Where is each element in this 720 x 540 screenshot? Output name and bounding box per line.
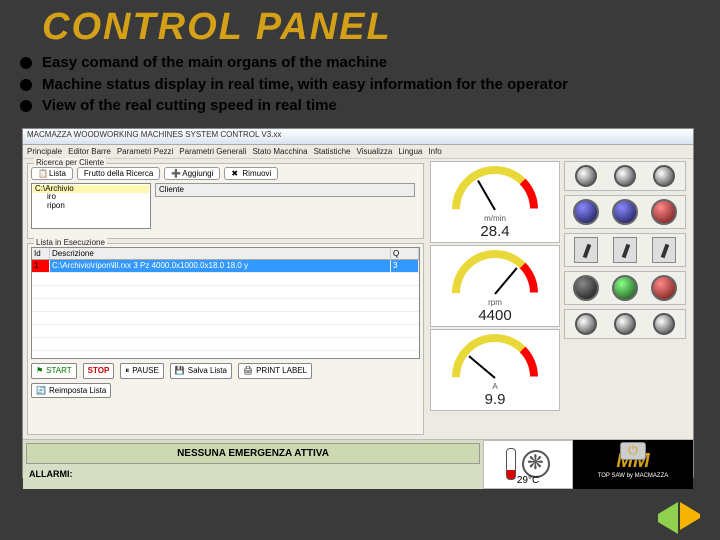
bullet-text: View of the real cutting speed in real t… <box>42 96 337 116</box>
col-id: Id <box>32 248 50 259</box>
bullet-icon <box>20 57 32 69</box>
knob-row-2 <box>564 271 686 305</box>
rotary-switch[interactable] <box>613 237 637 263</box>
tree-item[interactable]: ripon <box>33 202 149 211</box>
brand-box: ⏻ MM TOP SAW by MACMAZZA <box>573 440 693 489</box>
menu-item[interactable]: Visualizza <box>356 147 392 156</box>
next-slide-arrow[interactable] <box>680 502 704 530</box>
menu-item[interactable]: Stato Macchina <box>252 147 307 156</box>
filter-button[interactable]: Frutto della Ricerca <box>77 167 160 180</box>
pause-button[interactable]: ⏸PAUSE <box>120 363 164 379</box>
power-button[interactable]: ⏻ <box>620 442 646 460</box>
bullet-list: Easy comand of the main organs of the ma… <box>0 49 720 124</box>
start-button[interactable]: ⚑START <box>31 363 77 379</box>
black-knob[interactable] <box>573 275 599 301</box>
rpm-unit: rpm <box>488 298 502 307</box>
save-list-button[interactable]: 💾Salva Lista <box>170 363 232 379</box>
rotary-switch[interactable] <box>652 237 676 263</box>
stop-button[interactable]: STOP <box>83 363 115 379</box>
menu-item[interactable]: Editor Barre <box>68 147 111 156</box>
indicator-light <box>614 165 636 187</box>
amp-unit: A <box>492 382 497 391</box>
cell-qty: 3 <box>391 260 419 272</box>
flag-icon: ⚑ <box>36 366 43 375</box>
emergency-banner: NESSUNA EMERGENZA ATTIVA <box>26 443 480 464</box>
green-knob[interactable] <box>612 275 638 301</box>
plus-icon: ➕ <box>171 169 179 177</box>
switch-row <box>564 233 686 267</box>
emergency-panel: NESSUNA EMERGENZA ATTIVA ALLARMI: <box>23 440 483 489</box>
execution-list-frame: Lista in Esecuzione Id Descrizione Q 1 C… <box>27 243 424 435</box>
menu-item[interactable]: Principale <box>27 147 62 156</box>
red-knob[interactable] <box>651 199 677 225</box>
amp-gauge: A 9.9 <box>430 329 560 411</box>
indicator-light <box>575 313 597 335</box>
list-icon: 📋 <box>38 169 46 177</box>
reset-icon: 🔄 <box>36 386 46 395</box>
bullet-icon <box>20 79 32 91</box>
blue-knob[interactable] <box>573 199 599 225</box>
amp-value: 9.9 <box>485 391 506 408</box>
indicator-light <box>653 313 675 335</box>
window-titlebar: MACMAZZA WOODWORKING MACHINES SYSTEM CON… <box>23 129 693 145</box>
rpm-value: 4400 <box>478 307 511 324</box>
remove-button[interactable]: ✖Rimuovi <box>224 167 278 180</box>
prev-slide-arrow[interactable] <box>650 502 678 534</box>
execution-grid[interactable]: Id Descrizione Q 1 C:\Archivio\ripon\lll… <box>31 247 420 359</box>
rpm-gauge: rpm 4400 <box>430 245 560 327</box>
cell-id: 1 <box>32 260 50 272</box>
slide-nav <box>650 502 704 534</box>
print-label-button[interactable]: 🖨PRINT LABEL <box>238 363 312 379</box>
menu-item[interactable]: Lingua <box>398 147 422 156</box>
cell-desc: C:\Archivio\ripon\lll.rxx 3 Pz 4000.0x10… <box>50 260 391 272</box>
alarms-label: ALLARMI: <box>23 467 483 481</box>
speed-value: 28.4 <box>480 223 509 240</box>
speed-gauge: m/min 28.4 <box>430 161 560 243</box>
indicator-lights-row <box>564 161 686 191</box>
menu-item[interactable]: Parametri Generali <box>179 147 246 156</box>
blue-knob[interactable] <box>612 199 638 225</box>
indicator-light <box>614 313 636 335</box>
list-frame-title: Lista in Esecuzione <box>34 238 107 247</box>
print-icon: 🖨 <box>243 366 253 375</box>
menu-item[interactable]: Statistiche <box>314 147 351 156</box>
bullet-text: Machine status display in real time, wit… <box>42 75 568 95</box>
minus-icon: ✖ <box>231 169 239 177</box>
cliente-header: Cliente <box>155 183 415 197</box>
temperature-value: 29°C <box>484 475 572 486</box>
search-frame-title: Ricerca per Cliente <box>34 158 106 167</box>
col-qty: Q <box>391 248 419 259</box>
col-desc: Descrizione <box>50 248 391 259</box>
lista-button[interactable]: 📋Lista <box>31 167 73 180</box>
menu-item[interactable]: Info <box>428 147 441 156</box>
indicator-light <box>575 165 597 187</box>
table-row[interactable]: 1 C:\Archivio\ripon\lll.rxx 3 Pz 4000.0x… <box>32 260 419 273</box>
hmi-window: MACMAZZA WOODWORKING MACHINES SYSTEM CON… <box>22 128 694 478</box>
reset-list-button[interactable]: 🔄Reimposta Lista <box>31 383 111 398</box>
knob-row-1 <box>564 195 686 229</box>
add-button[interactable]: ➕Aggiungi <box>164 167 220 180</box>
bullet-text: Easy comand of the main organs of the ma… <box>42 53 387 73</box>
indicator-lights-row-2 <box>564 309 686 339</box>
slide-title: CONTROL PANEL <box>0 0 720 49</box>
pause-icon: ⏸ <box>125 366 129 376</box>
save-icon: 💾 <box>175 366 185 375</box>
search-frame: Ricerca per Cliente 📋Lista Frutto della … <box>27 163 424 239</box>
indicator-light <box>653 165 675 187</box>
bullet-icon <box>20 100 32 112</box>
red-knob[interactable] <box>651 275 677 301</box>
folder-tree[interactable]: C:\Archivio iro ripon <box>31 183 151 229</box>
menu-bar[interactable]: Principale Editor Barre Parametri Pezzi … <box>23 145 693 159</box>
brand-subtitle: TOP SAW by MACMAZZA <box>598 473 669 479</box>
menu-item[interactable]: Parametri Pezzi <box>117 147 173 156</box>
rotary-switch[interactable] <box>574 237 598 263</box>
temperature-box: 29°C <box>483 440 573 489</box>
